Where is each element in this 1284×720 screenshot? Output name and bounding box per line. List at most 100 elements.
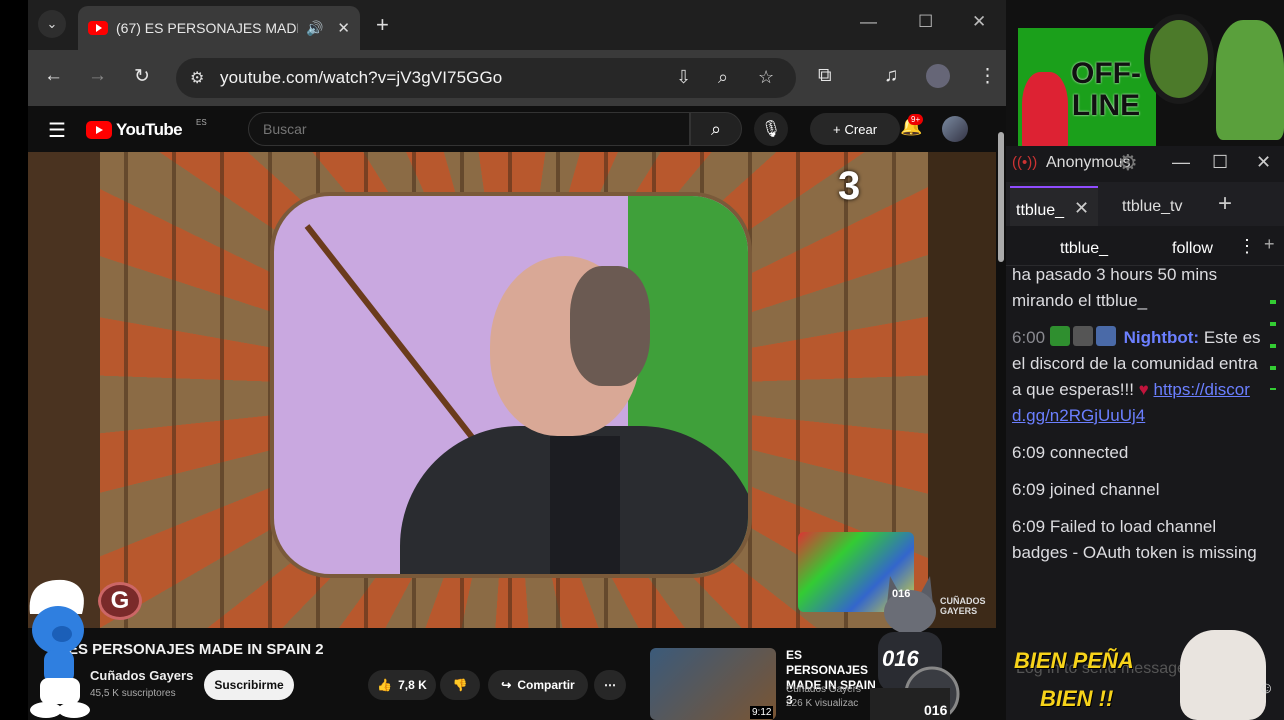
more-vertical-icon[interactable]: ⋮ [1238,236,1256,257]
new-tab-button[interactable]: + [376,12,389,38]
follow-button[interactable]: follow [1172,240,1213,258]
moderator-sword-icon [1049,326,1070,346]
install-app-icon[interactable]: ⇩ [676,67,691,88]
back-icon[interactable]: ← [44,65,63,87]
youtube-logo[interactable]: YouTube ES [86,118,207,140]
close-window-icon[interactable]: ✕ [1256,152,1271,173]
scroll-thumb[interactable] [998,132,1004,262]
chat-message: 6:00 Nightbot: Este es el discord de la … [1012,325,1262,429]
message-text: joined channel [1049,480,1160,499]
voice-search-button[interactable]: 🎙 [754,112,788,146]
country-code: ES [196,118,207,127]
message-time: 6:00 [1012,328,1046,347]
hair [570,266,650,386]
video-player[interactable]: 3 G CUÑADOS GAYERS [28,152,996,628]
minimize-icon[interactable]: — [860,12,877,32]
share-button[interactable]: ↪ Compartir [488,670,588,700]
page-scrollbar[interactable] [996,112,1006,720]
reload-icon[interactable]: ↻ [134,65,150,88]
chat-channel-header: ttblue_ follow ⋮ + [1006,228,1284,266]
chat-tab-label: ttblue_ [1016,202,1065,219]
message-time: 6:09 [1012,443,1046,462]
extensions-icon[interactable]: ⧉ [818,65,832,87]
url-text[interactable]: youtube.com/watch?v=jV3gVI75GGo [220,68,502,88]
search-button[interactable]: ⌕ [690,112,742,146]
search-box[interactable] [248,112,690,146]
chat-tab-ttblue[interactable]: ttblue_ ✕ [1010,186,1098,226]
channel-name[interactable]: Cuñados Gayers [90,668,193,683]
cat-chest-number: 016 [882,646,919,671]
recommended-duration: 9:12 [750,706,774,719]
smurf-sticker [29,579,90,718]
close-tab-icon[interactable]: ✕ [337,19,350,37]
webcam-face [1144,14,1214,104]
offline-text: OFF-LINE [1071,57,1141,122]
subscriber-count: 45,5 K suscriptores [90,688,176,699]
message-text: Failed to load channel badges - OAuth to… [1012,517,1257,562]
live-icon: ((•)) [1012,154,1038,171]
thumbs-down-icon: 👎 [452,678,468,692]
shirt [550,436,620,574]
man-portrait [360,236,748,574]
close-tab-icon[interactable]: ✕ [1074,198,1089,219]
youtube-play-icon [86,121,112,139]
zoom-icon[interactable]: ⌕ [718,67,728,88]
create-label: Crear [844,121,878,137]
add-split-icon[interactable]: + [1264,234,1275,255]
chat-messages: ha pasado 3 hours 50 mins mirando el ttb… [1012,262,1262,577]
account-avatar[interactable] [942,116,968,142]
youtube-favicon-icon [88,21,108,35]
chat-tab-ttblue-tv[interactable]: ttblue_tv [1122,198,1182,216]
message-time: 6:09 [1012,480,1046,499]
video-left-panel [28,152,100,628]
settings-gear-icon[interactable]: ⚙ [1118,150,1138,176]
dislike-button[interactable]: 👎 [440,670,480,700]
tab-title: (67) ES PERSONAJES MADE IN SPAIN 2 - You… [116,20,298,36]
maximize-icon[interactable]: ☐ [1212,152,1228,173]
frog-character [1216,20,1284,140]
search-input[interactable] [263,121,663,137]
menu-kebab-icon[interactable]: ⋮ [978,65,997,88]
bookmark-star-icon[interactable]: ☆ [758,67,774,88]
video-title: ES PERSONAJES MADE IN SPAIN 2 [68,641,324,658]
maximize-icon[interactable]: ☐ [918,12,933,32]
close-window-icon[interactable]: ✕ [972,12,986,32]
screen: ⌄ (67) ES PERSONAJES MADE IN SPAIN 2 - Y… [0,0,1284,720]
channel-g-badge: G [98,582,142,620]
video-right-panel [928,152,996,628]
more-actions-button[interactable]: ⋯ [594,670,626,700]
tab-strip: ⌄ (67) ES PERSONAJES MADE IN SPAIN 2 - Y… [28,0,1012,50]
add-tab-icon[interactable]: + [1218,190,1232,218]
message-text: ha pasado 3 hours 50 mins mirando el ttb… [1012,265,1218,310]
heart-icon: ♥ [1138,380,1149,399]
speaker-icon[interactable]: 🔊 [306,20,323,37]
tab-search-button[interactable]: ⌄ [38,10,66,38]
like-button[interactable]: 👍 7,8 K [368,670,436,700]
hamburger-menu-icon[interactable]: ☰ [48,118,66,143]
minimize-icon[interactable]: — [1172,152,1190,173]
create-button[interactable]: + Crear [810,113,900,145]
chat-window: OFF-LINE ((•)) Anonymous ⚙ — ☐ ✕ ttblue_… [1006,0,1284,720]
youtube-header: ☰ YouTube ES ⌕ 🎙 + Crear 🔔 9+ [28,106,1012,154]
plus-icon: + [832,121,841,137]
subscribe-button[interactable]: Suscribirme [204,670,294,700]
thumbs-up-icon: 👍 [377,678,393,692]
address-bar[interactable]: ⚙ youtube.com/watch?v=jV3gVI75GGo ⇩ ⌕ ☆ [176,58,796,98]
message-user[interactable]: Nightbot: [1124,328,1200,347]
red-character [1022,72,1068,152]
browser-tab[interactable]: (67) ES PERSONAJES MADE IN SPAIN 2 - You… [78,6,360,50]
search-icon: ⌕ [710,118,722,139]
media-controls-icon[interactable]: ♫ [884,65,898,87]
recommended-views: 226 K visualizac [786,698,859,709]
forward-icon[interactable]: → [88,65,107,87]
chat-titlebar: ((•)) Anonymous ⚙ — ☐ ✕ [1006,146,1284,182]
profile-avatar[interactable] [926,64,950,88]
bot-gear-icon [1072,326,1093,346]
chat-message: 6:09 connected [1012,440,1262,466]
chat-channel-name: ttblue_ [1060,240,1109,257]
site-info-icon[interactable]: ⚙ [190,68,204,88]
notifications-badge: 9+ [908,114,924,125]
emoji-icon[interactable]: ☺ [1258,680,1274,698]
chevron-down-icon: ⌄ [46,16,58,31]
message-time: 6:09 [1012,517,1046,536]
